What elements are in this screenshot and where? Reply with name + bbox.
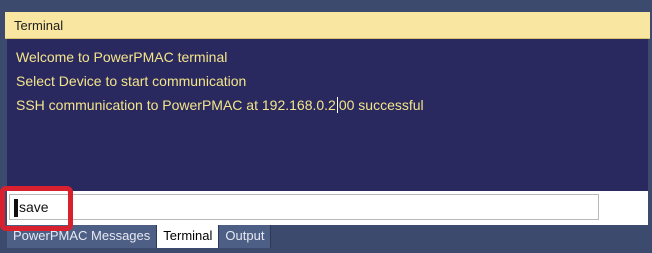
tab-output[interactable]: Output (219, 225, 272, 248)
terminal-line: Welcome to PowerPMAC terminal (16, 49, 228, 65)
command-input[interactable]: save (9, 194, 599, 220)
terminal-lines: Welcome to PowerPMAC terminal Select Dev… (16, 45, 424, 117)
input-cursor (14, 199, 18, 217)
terminal-line: Select Device to start communication (16, 73, 247, 89)
command-bar: save (7, 191, 648, 225)
terminal-output[interactable]: Welcome to PowerPMAC terminal Select Dev… (7, 39, 648, 191)
tab-terminal[interactable]: Terminal (157, 225, 220, 248)
terminal-line-text-tail: 00 successful (338, 97, 424, 113)
terminal-line: SSH communication to PowerPMAC at 192.16… (16, 93, 424, 117)
terminal-panel: Terminal Welcome to PowerPMAC terminal S… (0, 0, 652, 253)
panel-tabs: PowerPMAC Messages Terminal Output (7, 225, 272, 248)
command-input-value: save (19, 199, 49, 215)
panel-title: Terminal (14, 18, 64, 33)
panel-bottom-edge (0, 248, 652, 253)
text-caret (336, 97, 338, 113)
tab-powerpmac-messages[interactable]: PowerPMAC Messages (7, 225, 158, 248)
panel-titlebar: Terminal (5, 12, 650, 39)
terminal-line-text: SSH communication to PowerPMAC at 192.16… (16, 97, 336, 113)
